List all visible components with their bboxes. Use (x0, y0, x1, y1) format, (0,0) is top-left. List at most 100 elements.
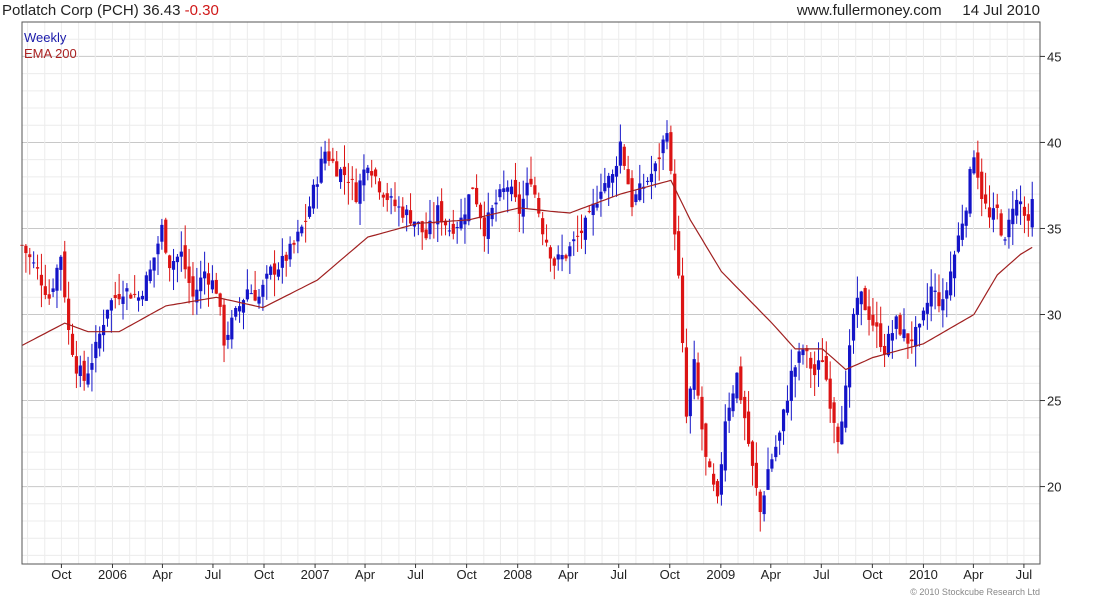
candle-body (991, 208, 995, 220)
candle-body (129, 294, 133, 299)
candle-body (253, 289, 257, 301)
y-axis: 20 25 30 35 40 45 (1040, 49, 1061, 495)
candle-body (408, 210, 413, 224)
candle-body (156, 243, 160, 255)
candle-body (665, 133, 669, 142)
candle-body (203, 271, 207, 279)
candle-body (304, 220, 308, 222)
candle-body (789, 370, 793, 401)
candle-body (1011, 208, 1015, 225)
y-tick-label: 40 (1047, 135, 1061, 150)
candle-body (972, 157, 976, 174)
candle-body (393, 199, 397, 207)
candle-body (890, 333, 894, 341)
candle-body (241, 300, 246, 313)
candle-body (871, 314, 875, 326)
candle-body (424, 229, 428, 239)
x-tick-label: 2008 (503, 567, 532, 582)
candle-body (397, 206, 401, 208)
candle-body (494, 202, 498, 205)
candle-body (346, 181, 350, 183)
candle-body (218, 293, 222, 307)
candle-body (245, 289, 249, 300)
candle-body (59, 256, 63, 270)
candle-body (191, 276, 195, 297)
candle-body (587, 211, 591, 213)
candle-body (183, 245, 187, 270)
candle-body (168, 255, 172, 269)
x-tick-label: 2009 (706, 567, 735, 582)
candle-body (630, 178, 634, 208)
candle-body (987, 207, 992, 218)
x-tick-label: Oct (254, 567, 275, 582)
candle-body (405, 209, 409, 216)
candle-body (859, 291, 863, 305)
candle-body (937, 292, 941, 307)
candle-body (210, 280, 214, 290)
candle-body (867, 306, 871, 320)
candle-body (669, 132, 673, 171)
x-axis: Oct 2006 Apr Jul Oct 2007 Apr Jul Oct 2008 Apr Jul O… (51, 564, 1032, 582)
candle-body (719, 464, 723, 495)
x-tick-label: Apr (963, 567, 984, 582)
candle-body (1026, 214, 1030, 221)
candle-body (618, 141, 622, 166)
candle-body (140, 295, 145, 300)
x-tick-label: Jul (813, 567, 830, 582)
candle-body (90, 363, 94, 370)
candle-body (743, 396, 747, 419)
x-tick-label: 2006 (98, 567, 127, 582)
candle-body (941, 299, 945, 311)
candle-body (692, 359, 696, 390)
candle-body (463, 214, 467, 225)
candle-body (498, 189, 502, 198)
candle-body (440, 201, 444, 223)
candle-body (98, 333, 102, 349)
candle-body (696, 362, 700, 396)
candle-body (645, 180, 650, 182)
candle-body (848, 345, 852, 388)
y-tick-label: 45 (1047, 49, 1061, 64)
candle-body (614, 165, 619, 177)
candle-body (385, 193, 389, 201)
candle-body (548, 247, 553, 259)
y-tick-label: 30 (1047, 308, 1061, 323)
candle-body (1003, 239, 1007, 241)
candle-body (816, 360, 821, 370)
copyright-notice: © 2010 Stockcube Research Ltd (910, 587, 1040, 597)
candle-body (999, 213, 1003, 236)
candle-body (906, 333, 910, 344)
candle-body (653, 163, 657, 172)
x-tick-label: Oct (862, 567, 883, 582)
candle-body (610, 174, 615, 183)
x-tick-label: Oct (456, 567, 477, 582)
candle-body (381, 194, 385, 198)
candle-body (300, 226, 304, 234)
candle-body (649, 173, 654, 183)
candle-body (55, 267, 59, 291)
candle-body (824, 356, 828, 380)
candle-body (370, 171, 374, 176)
candle-body (101, 324, 106, 336)
x-tick-label: 2007 (301, 567, 330, 582)
candle-body (875, 322, 879, 327)
candle-body (956, 235, 961, 252)
y-tick-label: 20 (1047, 480, 1061, 495)
candle-body (362, 169, 366, 186)
candle-body (222, 304, 226, 346)
candle-body (638, 183, 642, 201)
candle-body (24, 245, 28, 254)
candle-body (766, 469, 770, 490)
candle-body (552, 258, 556, 266)
x-tick-label: Apr (152, 567, 173, 582)
candle-body (560, 254, 564, 260)
candle-body (1015, 199, 1019, 216)
candle-body (230, 317, 234, 340)
candle-body (502, 188, 506, 193)
candle-body (509, 186, 514, 195)
candle-body (486, 212, 490, 239)
candle-body (447, 230, 452, 232)
candle-body (525, 182, 529, 196)
candle-body (206, 273, 211, 285)
candle-body (793, 367, 797, 377)
